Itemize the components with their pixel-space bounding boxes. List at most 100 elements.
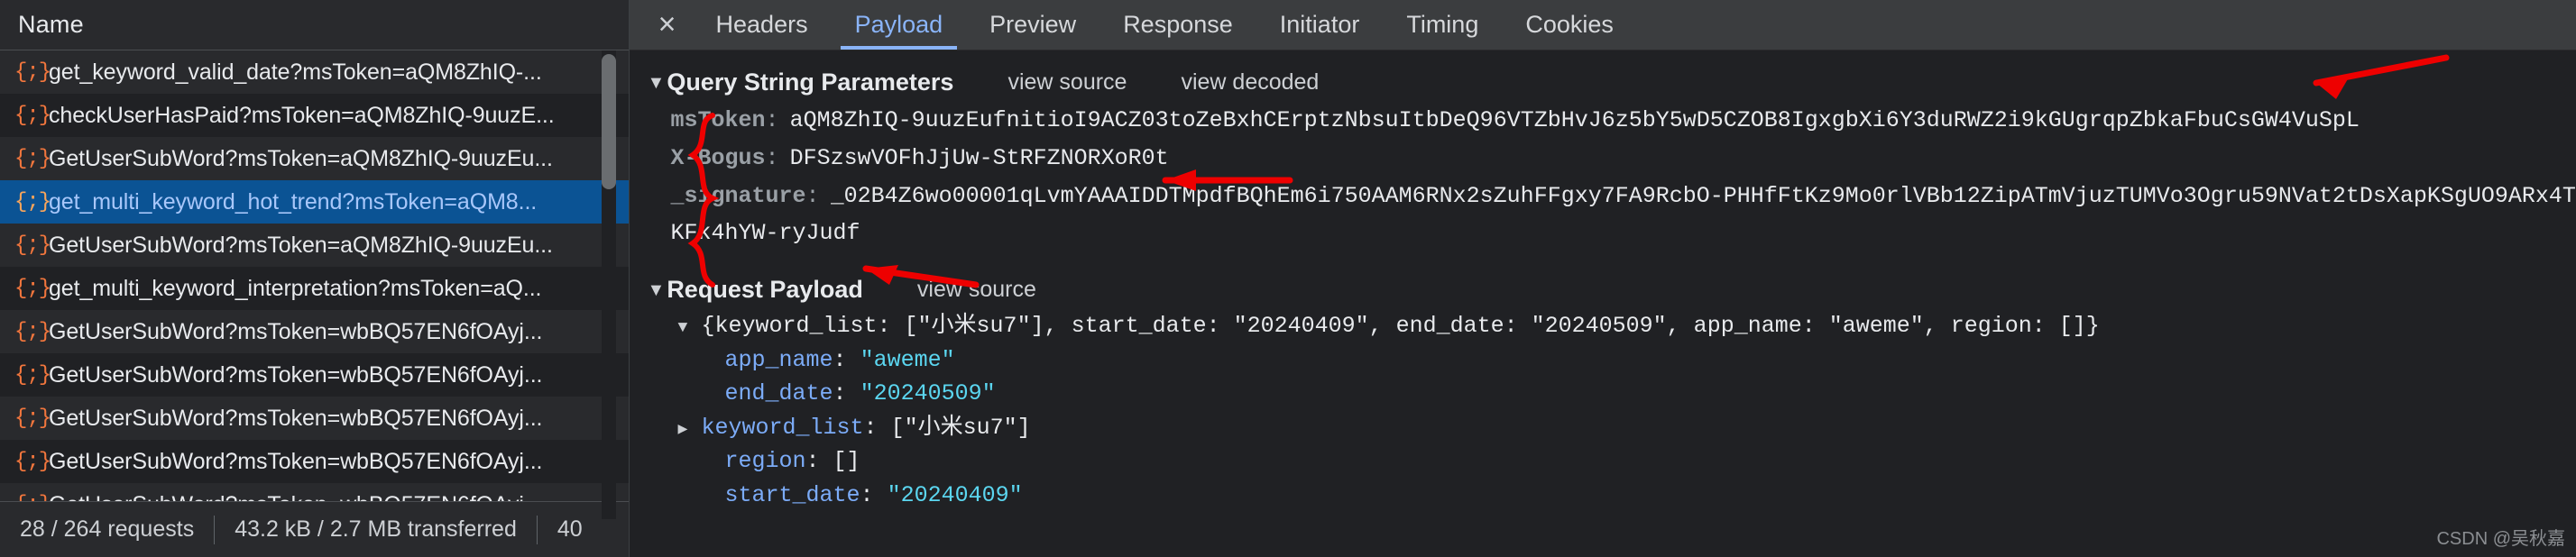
param-row-xbogus: X-Bogus: DFSzswVOFhJjUw-StRFZNORXoR0t: [630, 140, 2576, 178]
list-item[interactable]: {;} GetUserSubWord?msToken=wbBQ57EN6fOAy…: [0, 353, 629, 397]
payload-key: region: [724, 448, 806, 474]
payload-colon: :: [863, 414, 891, 441]
query-string-section-header[interactable]: ▼ Query String Parameters view source vi…: [630, 63, 2576, 102]
request-name: get_multi_keyword_hot_trend?msToken=aQM8…: [49, 188, 538, 215]
param-value[interactable]: _02B4Z6wo00001qLvmYAAAIDDTMpdfBQhEm6i750…: [831, 182, 2576, 211]
watermark: CSDN @吴秋嘉: [2436, 529, 2565, 549]
param-value[interactable]: aQM8ZhIQ-9uuzEufnitioI9ACZ03toZeBxhCErpt…: [790, 106, 2360, 135]
request-name: GetUserSubWord?msToken=aQM8ZhIQ-9uuzEu..…: [49, 232, 553, 258]
list-item-selected[interactable]: {;} get_multi_keyword_hot_trend?msToken=…: [0, 180, 629, 224]
payload-value: ["小米su7"]: [890, 414, 1031, 441]
request-name: GetUserSubWord?msToken=wbBQ57EN6fOAyj...: [49, 361, 543, 388]
status-requests: 28 / 264 requests: [20, 516, 195, 542]
request-rows: {;} get_keyword_valid_date?msToken=aQM8Z…: [0, 50, 629, 501]
json-braces-icon: {;}: [14, 319, 51, 344]
request-payload-title: Request Payload: [667, 276, 863, 303]
payload-summary-row[interactable]: ▼ {keyword_list: ["小米su7"], start_date: …: [662, 309, 2576, 343]
list-scrollbar-thumb[interactable]: [601, 54, 616, 189]
view-source-link[interactable]: view source: [1007, 69, 1127, 96]
view-source-link[interactable]: view source: [917, 277, 1036, 303]
payload-colon: :: [805, 448, 833, 474]
devtools-network-panel: Name {;} get_keyword_valid_date?msToken=…: [0, 0, 2576, 557]
param-colon: :: [805, 183, 820, 209]
status-extra: 40: [557, 516, 583, 542]
tab-timing[interactable]: Timing: [1383, 0, 1502, 50]
payload-value: "aweme": [860, 346, 955, 373]
list-item[interactable]: {;} GetUserSubWord?msToken=wbBQ57EN6fOAy…: [0, 440, 629, 483]
tab-payload[interactable]: Payload: [832, 0, 967, 50]
payload-value: "20240409": [887, 481, 1023, 508]
request-payload-section-header[interactable]: ▼ Request Payload view source: [630, 270, 2576, 309]
payload-entry-app-name[interactable]: app_name: "aweme": [662, 343, 2576, 378]
list-item[interactable]: {;} GetUserSubWord?msToken=aQM8ZhIQ-9uuz…: [0, 137, 629, 180]
param-name: msToken: [670, 107, 766, 133]
network-status-bar: 28 / 264 requests 43.2 kB / 2.7 MB trans…: [0, 501, 629, 557]
json-braces-icon: {;}: [14, 406, 51, 431]
chevron-down-icon: ▼: [647, 279, 666, 300]
tab-headers[interactable]: Headers: [693, 0, 832, 50]
param-value[interactable]: DFSzswVOFhJjUw-StRFZNORXoR0t: [790, 144, 1169, 173]
payload-key: app_name: [724, 346, 833, 373]
payload-summary-text: {keyword_list: ["小米su7"], start_date: "2…: [701, 313, 2100, 339]
tab-preview[interactable]: Preview: [966, 0, 1099, 50]
chevron-down-icon: ▼: [647, 72, 666, 93]
payload-key: start_date: [724, 481, 860, 508]
param-name: _signature: [670, 183, 806, 209]
list-item[interactable]: {;} GetUserSubWord?msToken=wbBQ57EN6fOAy…: [0, 310, 629, 353]
request-name: GetUserSubWord?msToken=wbBQ57EN6fOAyj...: [49, 405, 543, 431]
payload-key: end_date: [724, 380, 833, 406]
tab-response[interactable]: Response: [1099, 0, 1256, 50]
payload-colon: :: [833, 380, 860, 406]
param-colon: :: [765, 107, 779, 133]
request-detail-pane: × Headers Payload Preview Response Initi…: [629, 0, 2576, 557]
json-braces-icon: {;}: [14, 103, 51, 128]
payload-entry-keyword-list[interactable]: ▶ keyword_list: ["小米su7"]: [662, 411, 2576, 445]
json-braces-icon: {;}: [14, 362, 51, 388]
payload-entry-end-date[interactable]: end_date: "20240509": [662, 377, 2576, 411]
chevron-down-icon[interactable]: ▼: [678, 316, 702, 341]
payload-value: "20240509": [860, 380, 996, 406]
tab-cookies[interactable]: Cookies: [1502, 0, 1637, 50]
json-braces-icon: {;}: [14, 276, 51, 301]
param-name: X-Bogus: [670, 145, 766, 171]
param-row-mstoken: msToken: aQM8ZhIQ-9uuzEufnitioI9ACZ03toZ…: [630, 102, 2576, 140]
json-braces-icon: {;}: [14, 146, 51, 171]
json-braces-icon: {;}: [14, 449, 51, 474]
request-name: GetUserSubWord?msToken=wbBQ57EN6fOAyj...: [49, 492, 542, 502]
payload-colon: :: [860, 481, 888, 508]
payload-entry-start-date[interactable]: start_date: "20240409": [662, 479, 2576, 513]
list-item[interactable]: {;} GetUserSubWord?msToken=wbBQ57EN6fOAy…: [0, 397, 629, 440]
request-name: GetUserSubWord?msToken=wbBQ57EN6fOAyj...: [49, 448, 543, 474]
payload-content: ▼ Query String Parameters view source vi…: [629, 50, 2576, 557]
status-transferred: 43.2 kB / 2.7 MB transferred: [235, 516, 517, 542]
list-item[interactable]: {;} GetUserSubWord?msToken=wbBQ57EN6fOAy…: [0, 483, 629, 501]
request-name: get_multi_keyword_interpretation?msToken…: [49, 275, 542, 301]
list-item[interactable]: {;} get_multi_keyword_interpretation?msT…: [0, 267, 629, 310]
list-item[interactable]: {;} GetUserSubWord?msToken=aQM8ZhIQ-9uuz…: [0, 224, 629, 267]
view-decoded-link[interactable]: view decoded: [1181, 69, 1319, 96]
request-name: checkUserHasPaid?msToken=aQM8ZhIQ-9uuzE.…: [49, 102, 555, 128]
payload-colon: :: [833, 346, 860, 373]
chevron-right-icon[interactable]: ▶: [678, 418, 702, 443]
list-item[interactable]: {;} get_keyword_valid_date?msToken=aQM8Z…: [0, 50, 629, 94]
param-value-continuation: KFk4hYW-ryJudf: [670, 220, 860, 246]
close-icon[interactable]: ×: [642, 0, 693, 50]
request-name: get_keyword_valid_date?msToken=aQM8ZhIQ-…: [49, 59, 542, 85]
detail-tabbar: × Headers Payload Preview Response Initi…: [629, 0, 2576, 50]
payload-json-tree: ▼ {keyword_list: ["小米su7"], start_date: …: [630, 309, 2576, 512]
request-name: GetUserSubWord?msToken=aQM8ZhIQ-9uuzEu..…: [49, 145, 553, 171]
payload-key: keyword_list: [701, 414, 864, 441]
payload-entry-region[interactable]: region: []: [662, 444, 2576, 479]
json-braces-icon: {;}: [14, 59, 51, 85]
param-row-signature: _signature: _02B4Z6wo00001qLvmYAAAIDDTMp…: [630, 178, 2576, 215]
query-string-title: Query String Parameters: [667, 68, 954, 96]
param-colon: :: [765, 145, 779, 171]
tab-initiator[interactable]: Initiator: [1256, 0, 1384, 50]
json-braces-icon: {;}: [14, 189, 51, 215]
request-list-pane: Name {;} get_keyword_valid_date?msToken=…: [0, 0, 630, 557]
column-header-name[interactable]: Name: [18, 11, 84, 39]
request-list-header: Name: [0, 0, 629, 50]
request-name: GetUserSubWord?msToken=wbBQ57EN6fOAyj...: [49, 318, 543, 344]
list-item[interactable]: {;} checkUserHasPaid?msToken=aQM8ZhIQ-9u…: [0, 94, 629, 137]
payload-value: []: [833, 448, 860, 474]
